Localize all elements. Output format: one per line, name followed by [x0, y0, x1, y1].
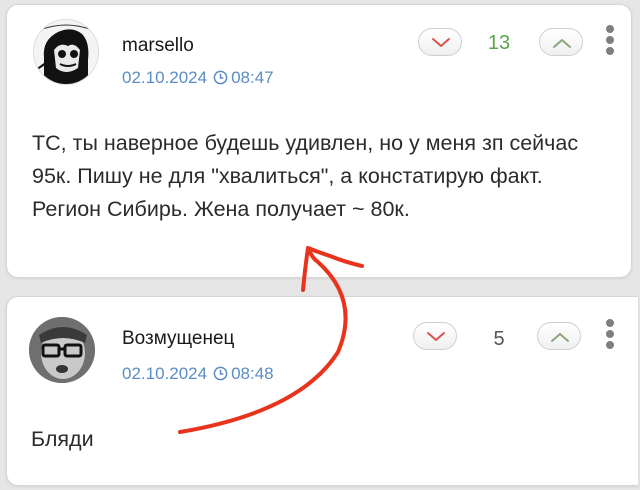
comment-date: 02.10.2024	[122, 68, 208, 87]
comment-datetime[interactable]: 02.10.2024 08:47	[122, 68, 274, 90]
downvote-button[interactable]	[413, 322, 457, 350]
clock-icon	[213, 70, 228, 90]
upvote-button[interactable]	[537, 322, 581, 350]
comment-text: ТС, ты наверное будешь удивлен, но у мен…	[32, 131, 579, 221]
comment-date: 02.10.2024	[122, 364, 208, 383]
comment-time: 08:48	[231, 364, 274, 383]
kebab-menu-icon[interactable]	[605, 319, 615, 349]
comment-score: 13	[487, 32, 511, 54]
comment-card: Возмущенец 02.10.2024 08:48 5 Бляди	[6, 296, 638, 486]
username[interactable]: Возмущенец	[122, 328, 234, 350]
comment-time: 08:47	[231, 68, 274, 87]
upvote-button[interactable]	[539, 28, 583, 56]
comment-card: marsello 02.10.2024 08:47 13 ТС, ты навер…	[6, 4, 632, 278]
avatar[interactable]	[33, 19, 99, 85]
comment-text: Бляди	[31, 427, 94, 451]
kebab-menu-icon[interactable]	[605, 25, 615, 55]
comment-datetime[interactable]: 02.10.2024 08:48	[122, 364, 274, 386]
avatar[interactable]	[29, 317, 95, 383]
downvote-button[interactable]	[418, 28, 462, 56]
comment-score: 5	[493, 328, 505, 350]
username[interactable]: marsello	[122, 35, 194, 57]
clock-icon	[213, 366, 228, 386]
